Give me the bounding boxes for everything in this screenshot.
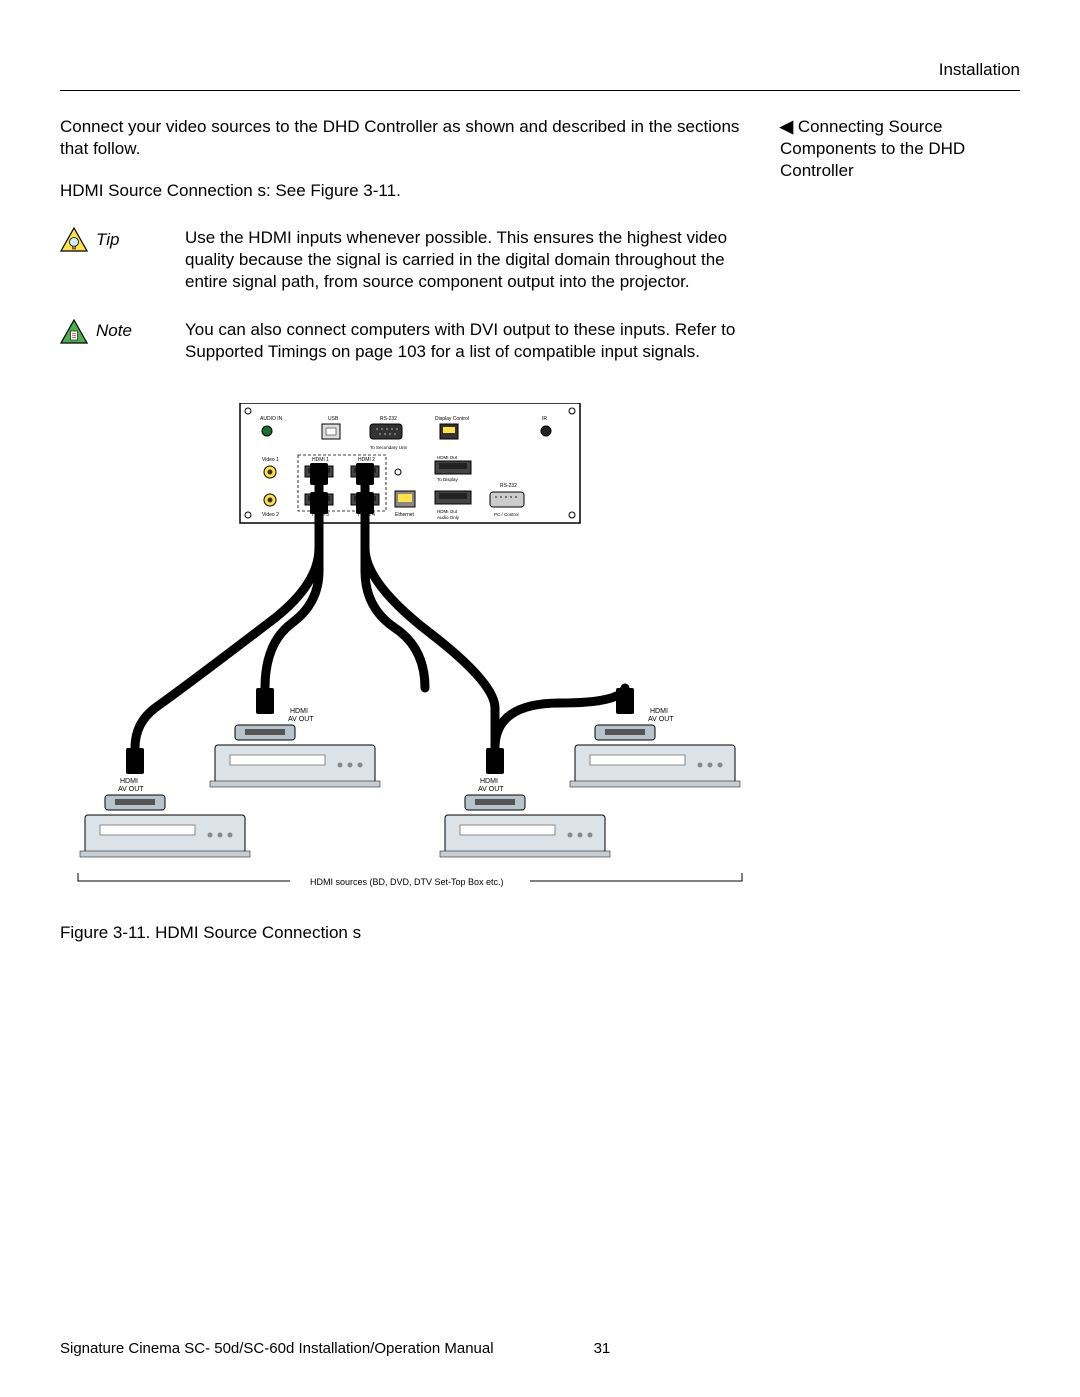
svg-text:AV OUT: AV OUT xyxy=(118,786,144,793)
figure-caption: Figure 3-11. HDMI Source Connection s xyxy=(60,923,1020,943)
figure-3-11: AUDIO IN USB RS-232 Display Control IR T… xyxy=(60,403,1020,913)
svg-text:To Secondary Unit: To Secondary Unit xyxy=(370,445,408,450)
svg-text:AV OUT: AV OUT xyxy=(288,716,314,723)
svg-text:HDMI: HDMI xyxy=(120,778,138,785)
tip-label: Tip xyxy=(96,229,119,251)
svg-text:HDMI 1: HDMI 1 xyxy=(312,457,329,463)
svg-text:HDMI: HDMI xyxy=(290,708,308,715)
tip-text: Use the HDMI inputs whenever possible. T… xyxy=(185,227,760,293)
svg-text:AV OUT: AV OUT xyxy=(478,786,504,793)
svg-text:HDMI: HDMI xyxy=(650,708,668,715)
svg-text:HDMI Out: HDMI Out xyxy=(437,509,458,514)
sources-bracket-label: HDMI sources (BD, DVD, DTV Set-Top Box e… xyxy=(310,877,504,887)
svg-text:AV OUT: AV OUT xyxy=(648,716,674,723)
svg-text:RS-232: RS-232 xyxy=(380,416,397,422)
svg-text:HDMI: HDMI xyxy=(480,778,498,785)
svg-text:Display Control: Display Control xyxy=(435,416,469,422)
tip-callout: Tip Use the HDMI inputs whenever possibl… xyxy=(60,227,760,293)
sidebar-heading: ◀ Connecting Source Components to the DH… xyxy=(780,116,1020,182)
sub-heading: HDMI Source Connection s: See Figure 3-1… xyxy=(60,180,760,202)
svg-text:IR: IR xyxy=(542,416,547,422)
note-text: You can also connect computers with DVI … xyxy=(185,319,760,363)
note-triangle-icon xyxy=(60,319,88,344)
svg-text:To Display: To Display xyxy=(437,477,459,482)
svg-text:Ethernet: Ethernet xyxy=(395,512,415,518)
svg-text:USB: USB xyxy=(328,416,339,422)
svg-text:RS-232: RS-232 xyxy=(500,483,517,489)
footer-page-number: 31 xyxy=(594,1340,611,1357)
footer-title: Signature Cinema SC- 50d/SC-60d Installa… xyxy=(60,1340,494,1357)
header-section: Installation xyxy=(60,60,1020,80)
hdmi-connection-diagram: AUDIO IN USB RS-232 Display Control IR T… xyxy=(60,403,760,913)
intro-text: Connect your video sources to the DHD Co… xyxy=(60,116,760,160)
svg-text:HDMI 2: HDMI 2 xyxy=(358,457,375,463)
svg-text:Video 2: Video 2 xyxy=(262,512,279,518)
svg-text:AUDIO IN: AUDIO IN xyxy=(260,416,283,422)
svg-text:PC / Control: PC / Control xyxy=(494,512,519,517)
svg-text:HDMI Out: HDMI Out xyxy=(437,455,458,460)
svg-text:Video 1: Video 1 xyxy=(262,457,279,463)
svg-text:Audio Only: Audio Only xyxy=(437,515,460,520)
note-label: Note xyxy=(96,320,132,342)
header-rule xyxy=(60,90,1020,91)
left-arrow-icon: ◀ xyxy=(780,117,793,136)
sidebar-text: Connecting Source Components to the DHD … xyxy=(780,117,965,180)
note-callout: Note You can also connect computers with… xyxy=(60,319,760,363)
lightbulb-triangle-icon xyxy=(60,227,88,252)
